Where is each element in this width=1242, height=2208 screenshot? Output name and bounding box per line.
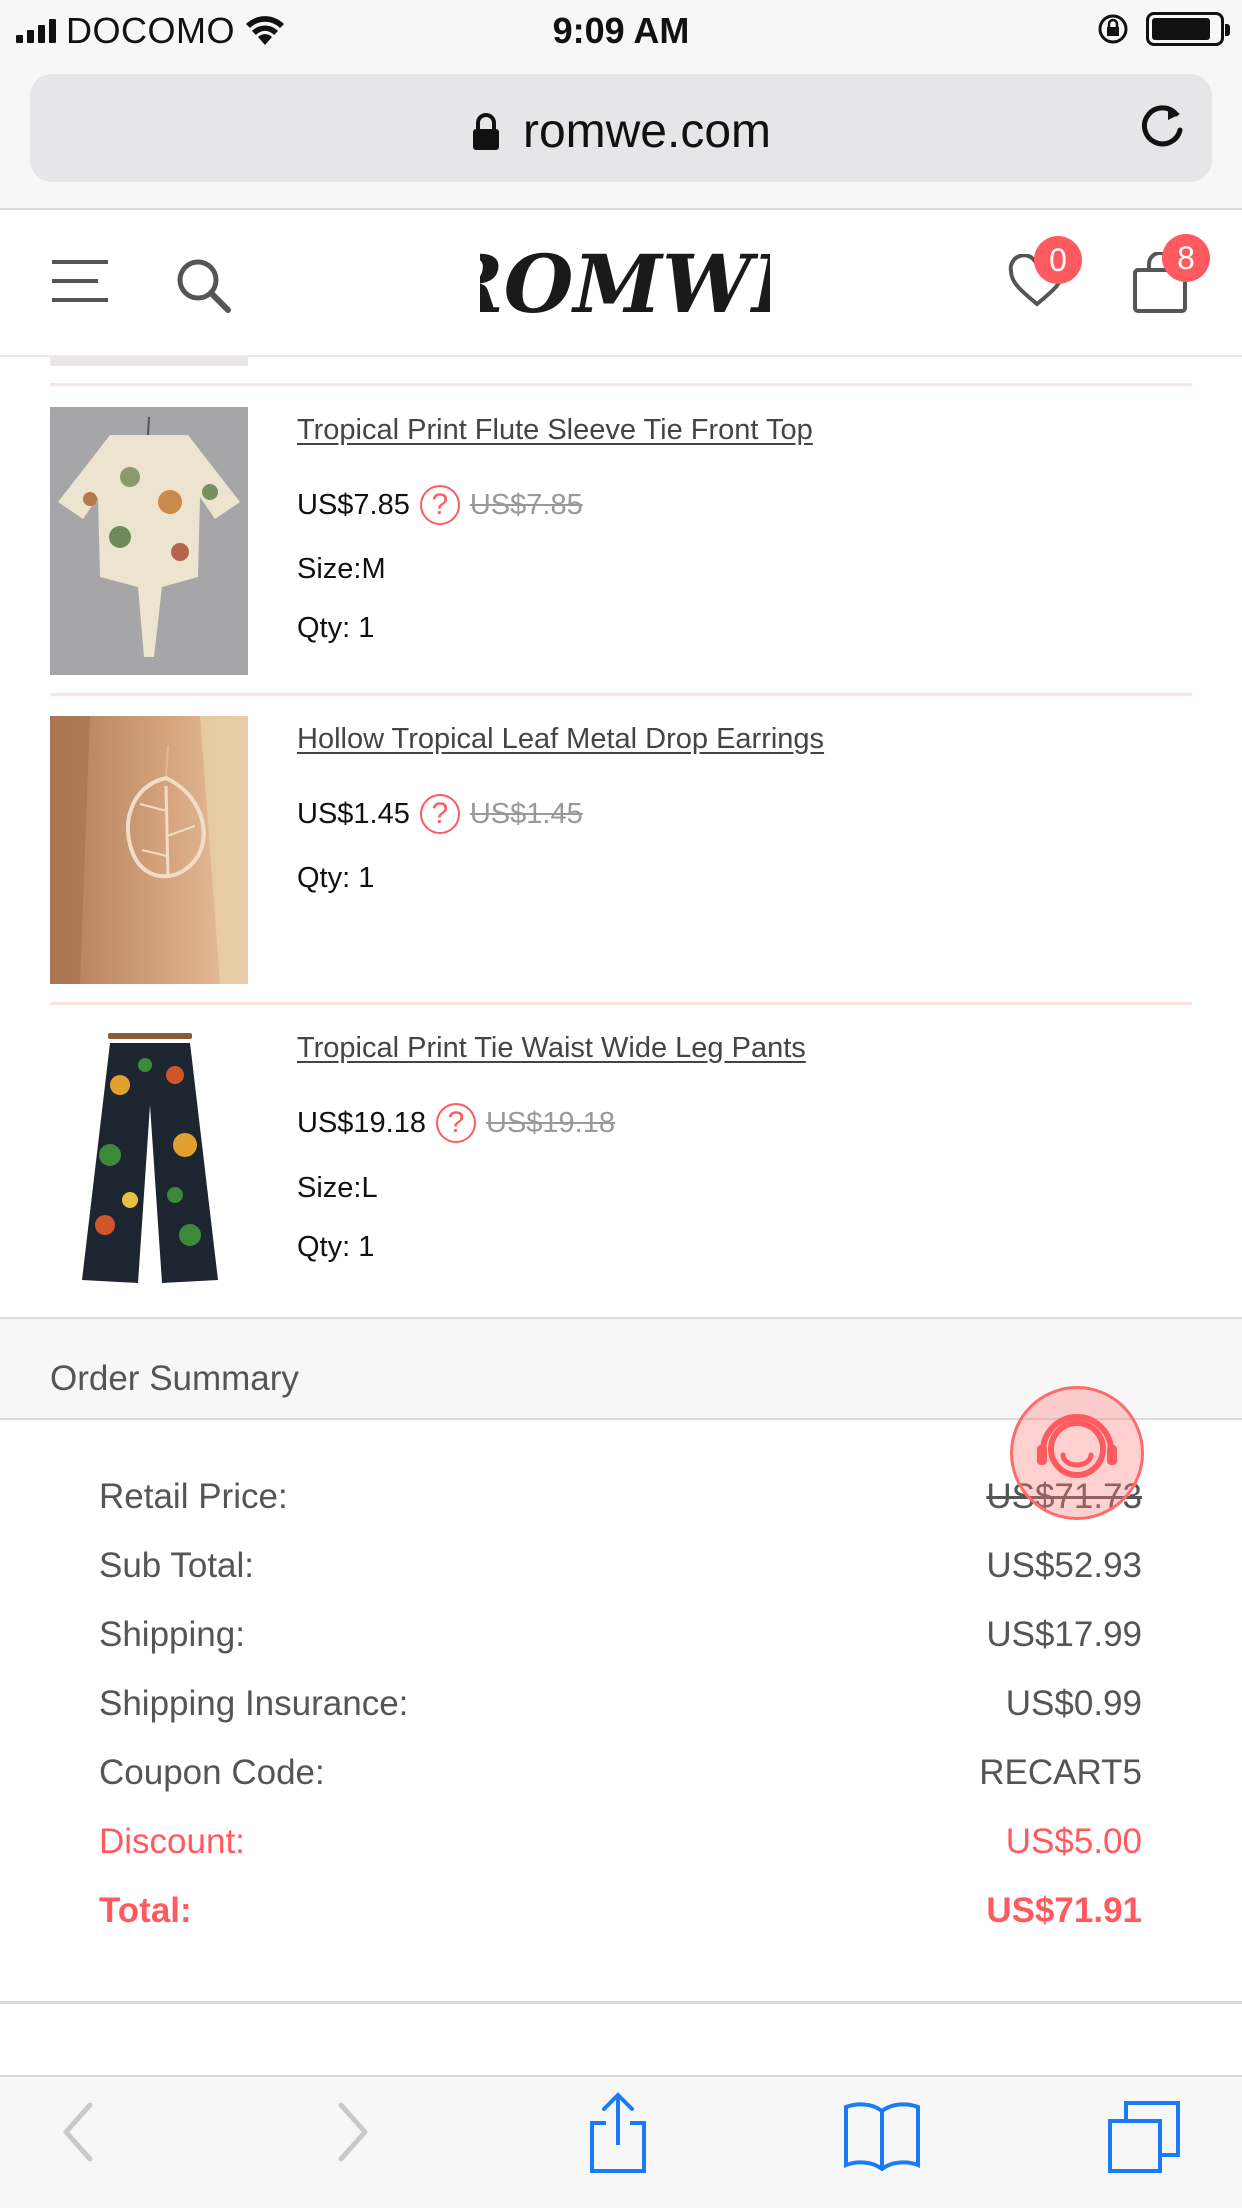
size-label: Size:L [297,1172,378,1204]
cart-button[interactable]: 8 [1132,234,1210,319]
battery-icon [1146,12,1230,46]
address-bar[interactable]: romwe.com [30,74,1212,182]
wishlist-button[interactable]: 0 [1008,236,1082,313]
order-summary-title: Order Summary [50,1359,299,1398]
summary-label: Coupon Code: [99,1753,325,1792]
earring-illustration [50,716,248,984]
size-label: Size:M [297,553,386,585]
search-icon[interactable] [174,256,232,314]
bookmarks-icon[interactable] [842,2099,922,2171]
summary-label: Sub Total: [99,1546,255,1585]
romwe-logo[interactable]: ROMWE [480,230,770,340]
product-image-pants[interactable] [50,1025,248,1293]
orientation-lock-icon [1098,14,1128,44]
discount-row: Discount: US$5.00 [99,1822,1142,1862]
product-name-link[interactable]: Tropical Print Tie Waist Wide Leg Pants [297,1032,806,1065]
sale-price: US$19.18 [297,1106,426,1139]
sale-price: US$7.85 [297,488,410,521]
item-divider [50,383,1192,386]
summary-label: Retail Price: [99,1477,288,1516]
blouse-illustration [50,407,248,675]
product-name-link[interactable]: Tropical Print Flute Sleeve Tie Front To… [297,414,813,447]
url-text: romwe.com [522,105,772,158]
summary-divider [0,2001,1242,2004]
summary-value: RECART5 [979,1753,1142,1792]
back-icon[interactable] [58,2099,98,2165]
shipping-insurance-row: Shipping Insurance: US$0.99 [99,1684,1142,1724]
svg-text:ROMWE: ROMWE [480,237,770,331]
forward-icon[interactable] [333,2099,373,2165]
previous-item-image [50,357,248,366]
help-icon[interactable]: ? [419,485,460,525]
reload-icon[interactable] [1136,100,1190,154]
summary-label: Total: [99,1891,192,1930]
wishlist-badge: 0 [1034,236,1082,284]
summary-value: US$5.00 [1005,1822,1142,1861]
original-price: US$19.18 [486,1106,615,1139]
product-image-earrings[interactable] [50,716,248,984]
original-price: US$7.85 [469,488,583,521]
browser-toolbar [0,2075,1242,2208]
status-time: 9:09 AM [552,10,690,51]
product-image-top[interactable] [50,407,248,675]
summary-value: US$71.91 [986,1891,1142,1930]
cart-badge: 8 [1162,234,1210,282]
share-icon[interactable] [586,2091,650,2175]
total-row: Total: US$71.91 [99,1891,1142,1931]
pants-illustration [50,1025,248,1293]
summary-label: Shipping Insurance: [99,1684,409,1723]
retail-price-row: Retail Price: US$71.73 [99,1477,1142,1517]
support-icon [1037,1414,1117,1478]
shipping-row: Shipping: US$17.99 [99,1615,1142,1655]
qty-label: Qty: 1 [297,612,375,644]
price-row: US$1.45 ? US$1.45 [297,794,583,834]
qty-label: Qty: 1 [297,1231,375,1263]
menu-icon[interactable] [52,258,108,304]
product-name-link[interactable]: Hollow Tropical Leaf Metal Drop Earrings [297,723,824,756]
sale-price: US$1.45 [297,797,410,830]
help-icon[interactable]: ? [436,1103,476,1143]
browser-chrome: romwe.com [0,62,1242,210]
qty-label: Qty: 1 [297,862,375,894]
tabs-icon[interactable] [1106,2099,1182,2175]
price-row: US$19.18 ? US$19.18 [297,1103,615,1143]
item-divider [50,1002,1192,1005]
summary-label: Shipping: [99,1615,245,1654]
summary-label: Discount: [99,1822,245,1861]
status-right [1096,12,1230,46]
subtotal-row: Sub Total: US$52.93 [99,1546,1142,1586]
original-price: US$1.45 [469,797,583,830]
summary-value: US$52.93 [986,1546,1142,1585]
status-bar: DOCOMO 9:09 AM [0,0,1242,62]
item-divider [50,693,1192,696]
coupon-code-row: Coupon Code: RECART5 [99,1753,1142,1793]
site-header: ROMWE 0 8 [0,212,1242,357]
help-icon[interactable]: ? [419,794,460,834]
summary-value: US$17.99 [986,1615,1142,1654]
lock-icon [472,112,499,150]
price-row: US$7.85 ? US$7.85 [297,485,583,525]
customer-support-button[interactable] [1010,1386,1144,1520]
summary-value: US$0.99 [1005,1684,1142,1723]
